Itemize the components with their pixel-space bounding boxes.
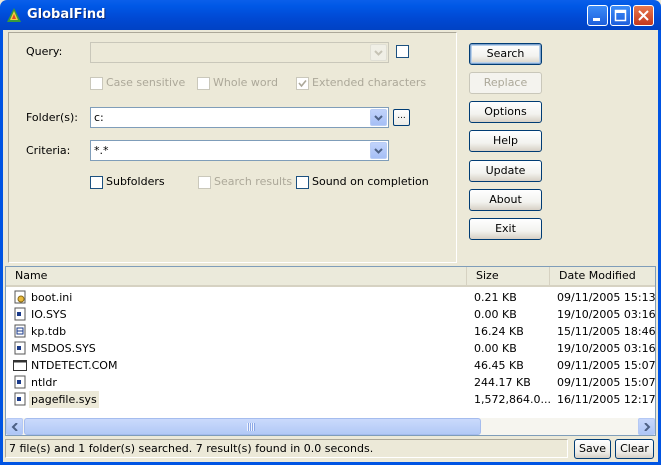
folders-combobox[interactable]: c: xyxy=(90,107,389,128)
save-button[interactable]: Save xyxy=(574,439,611,459)
scroll-right-button[interactable] xyxy=(638,418,655,435)
table-row[interactable]: NTDETECT.COM 46.45 KB 09/11/2005 15:07 xyxy=(6,357,656,374)
system-file-icon xyxy=(14,375,26,389)
extended-characters-label: Extended characters xyxy=(312,76,427,89)
column-header-name[interactable]: Name xyxy=(6,267,467,285)
table-row[interactable]: MSDOS.SYS 0.00 KB 19/10/2005 03:16 xyxy=(6,340,656,357)
close-button[interactable] xyxy=(633,5,654,26)
minimize-button[interactable] xyxy=(587,5,608,26)
chevron-right-icon xyxy=(644,423,651,431)
system-file-icon xyxy=(14,341,26,355)
about-button[interactable]: About xyxy=(469,189,542,211)
maximize-button[interactable] xyxy=(610,5,631,26)
help-button[interactable]: Help xyxy=(469,130,542,152)
chevron-down-icon xyxy=(374,148,383,154)
settings-file-icon xyxy=(14,290,26,304)
column-header-date-modified[interactable]: Date Modified xyxy=(550,267,655,285)
scrollbar-thumb[interactable] xyxy=(24,418,481,435)
query-dropdown-button[interactable] xyxy=(370,44,387,61)
close-icon xyxy=(638,10,649,21)
table-row[interactable]: ntldr 244.17 KB 09/11/2005 15:07 xyxy=(6,374,656,391)
table-row[interactable]: IO.SYS 0.00 KB 19/10/2005 03:16 xyxy=(6,306,656,323)
data-file-icon xyxy=(14,324,26,338)
subfolders-label: Subfolders xyxy=(106,175,165,188)
clear-button[interactable]: Clear xyxy=(615,439,654,459)
whole-word-label: Whole word xyxy=(213,76,278,89)
subfolders-checkbox[interactable] xyxy=(90,176,103,189)
dos-app-icon xyxy=(13,360,27,371)
exit-button[interactable]: Exit xyxy=(469,218,542,240)
title-bar[interactable]: GlobalFind xyxy=(0,0,661,30)
case-sensitive-label: Case sensitive xyxy=(106,76,186,89)
query-combobox[interactable] xyxy=(90,42,389,63)
update-button[interactable]: Update xyxy=(469,160,542,182)
folders-label: Folder(s): xyxy=(26,111,79,124)
table-row[interactable]: boot.ini 0.21 KB 09/11/2005 15:13 xyxy=(6,289,656,306)
results-list[interactable]: Name Size Date Modified boot.ini 0.21 KB… xyxy=(5,266,656,436)
search-button[interactable]: Search xyxy=(469,43,542,65)
table-row[interactable]: pagefile.sys 1,572,864.0... 16/11/2005 1… xyxy=(6,391,656,408)
column-header-size[interactable]: Size xyxy=(467,267,550,285)
criteria-dropdown-button[interactable] xyxy=(370,142,387,159)
system-file-icon xyxy=(14,307,26,321)
extended-characters-checkbox[interactable] xyxy=(296,77,309,90)
sound-on-completion-label: Sound on completion xyxy=(312,175,429,188)
search-results-label: Search results xyxy=(214,175,293,188)
horizontal-scrollbar[interactable] xyxy=(6,418,655,435)
search-results-checkbox[interactable] xyxy=(198,176,211,189)
chevron-down-icon xyxy=(374,50,383,56)
case-sensitive-checkbox[interactable] xyxy=(90,77,103,90)
grip-icon xyxy=(247,423,255,431)
sound-on-completion-checkbox[interactable] xyxy=(296,176,309,189)
criteria-label: Criteria: xyxy=(26,144,71,157)
query-regex-checkbox[interactable] xyxy=(396,45,409,58)
chevron-down-icon xyxy=(374,115,383,121)
checkmark-icon xyxy=(298,79,307,88)
status-bar: 7 file(s) and 1 folder(s) searched. 7 re… xyxy=(5,439,568,458)
whole-word-checkbox[interactable] xyxy=(197,77,210,90)
list-header: Name Size Date Modified xyxy=(6,267,655,287)
browse-folder-button[interactable]: ... xyxy=(393,109,410,126)
scroll-left-button[interactable] xyxy=(6,418,23,435)
system-file-icon xyxy=(14,392,26,406)
criteria-combobox[interactable]: *.* xyxy=(90,140,389,161)
app-logo-icon xyxy=(7,8,21,22)
status-text: 7 file(s) and 1 folder(s) searched. 7 re… xyxy=(9,442,374,455)
minimize-icon xyxy=(593,18,600,21)
query-label: Query: xyxy=(26,45,63,58)
table-row[interactable]: kp.tdb 16.24 KB 15/11/2005 18:46 xyxy=(6,323,656,340)
replace-button[interactable]: Replace xyxy=(469,72,542,94)
maximize-icon xyxy=(614,9,627,22)
window-title: GlobalFind xyxy=(27,7,106,22)
chevron-left-icon xyxy=(11,423,18,431)
options-button[interactable]: Options xyxy=(469,101,542,123)
folders-dropdown-button[interactable] xyxy=(370,109,387,126)
